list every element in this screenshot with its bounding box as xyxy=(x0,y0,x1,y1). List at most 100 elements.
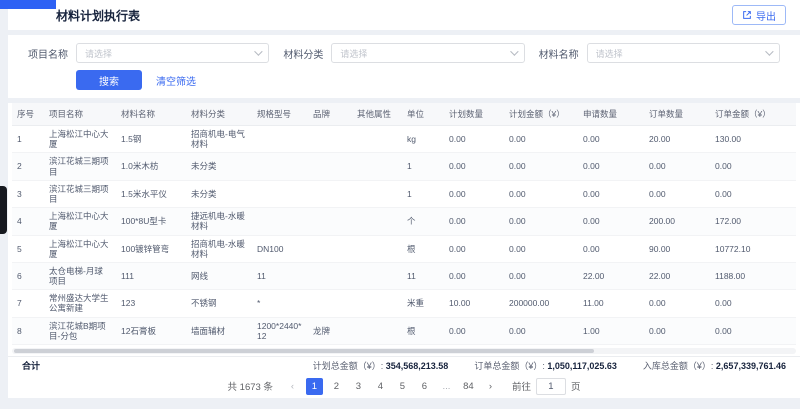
summary-item-label: 入库总金额（¥）: xyxy=(643,361,716,371)
table-cell xyxy=(352,126,402,153)
table-row: 9上海松江中心大厦150*10U型卡招商机电-水暖材料个0.000.000.00… xyxy=(12,345,796,347)
goto-page-input[interactable] xyxy=(536,378,566,395)
table-cell: 0.00 xyxy=(504,317,578,344)
column-header: 订单数量 xyxy=(644,103,710,126)
table-cell: 0.00 xyxy=(578,153,644,180)
table-cell: 龙牌 xyxy=(308,317,352,344)
table-cell: 0.00 xyxy=(444,208,504,235)
table-row: 8滨江花城B期项目-分包12石膏板墙面辅材1200*2440*12龙牌根0.00… xyxy=(12,317,796,344)
filter-select-material-name[interactable]: 请选择 xyxy=(587,43,780,63)
sidebar-collapsed-handle[interactable] xyxy=(0,186,7,234)
summary-item-value: 1,050,117,025.63 xyxy=(547,361,617,371)
table-cell: 上海松江中心大厦 xyxy=(44,208,116,235)
page-button-5[interactable]: 5 xyxy=(394,378,411,395)
page-button-84[interactable]: 84 xyxy=(460,378,477,395)
table-cell: 3 xyxy=(12,180,44,207)
table-cell: 9 xyxy=(12,345,44,347)
table-cell xyxy=(252,180,308,207)
column-header: 材料分类 xyxy=(186,103,252,126)
table-cell: 0.00 xyxy=(504,345,578,347)
table-cell: 1.00 xyxy=(578,317,644,344)
table-cell: 7 xyxy=(12,290,44,317)
summary-label: 合计 xyxy=(22,359,40,372)
export-button[interactable]: 导出 xyxy=(732,5,786,25)
search-button[interactable]: 搜索 xyxy=(76,70,142,90)
table-cell: 滨江花城B期项目-分包 xyxy=(44,317,116,344)
next-page-button[interactable]: › xyxy=(482,378,499,395)
table-cell: 130.00 xyxy=(710,126,796,153)
scrollbar-thumb[interactable] xyxy=(14,349,594,353)
table-cell: 0.00 xyxy=(504,262,578,289)
table-cell: 个 xyxy=(402,208,444,235)
table-cell xyxy=(308,180,352,207)
table-cell: 招商机电-水暖材料 xyxy=(186,345,252,347)
prev-page-button[interactable]: ‹ xyxy=(284,378,301,395)
table-cell: 0.00 xyxy=(578,345,644,347)
page-header: 材料计划执行表 导出 xyxy=(8,0,800,30)
summary-item: 入库总金额（¥）: 2,657,339,761.46 xyxy=(643,359,786,372)
table-cell: 上海松江中心大厦 xyxy=(44,345,116,347)
summary-totals: 计划总金额（¥）: 354,568,213.58订单总金额（¥）: 1,050,… xyxy=(313,359,786,372)
table-cell xyxy=(308,262,352,289)
table-cell: 0.00 xyxy=(504,208,578,235)
table-cell: 100镀锌管弯 xyxy=(116,235,186,262)
table-cell: 个 xyxy=(402,345,444,347)
page-button-6[interactable]: 6 xyxy=(416,378,433,395)
page-button-3[interactable]: 3 xyxy=(350,378,367,395)
page-ellipsis: ... xyxy=(438,378,455,395)
summary-item-value: 354,568,213.58 xyxy=(386,361,449,371)
table-cell xyxy=(352,290,402,317)
filter-group-project-name: 项目名称请选择 xyxy=(28,43,269,63)
page-button-2[interactable]: 2 xyxy=(328,378,345,395)
table-cell xyxy=(352,345,402,347)
table-panel: 序号项目名称材料名称材料分类规格型号品牌其他属性单位计划数量计划金额（¥）申请数… xyxy=(8,103,800,398)
table-cell xyxy=(352,235,402,262)
table-cell: 0.00 xyxy=(710,290,796,317)
summary-item: 订单总金额（¥）: 1,050,117,025.63 xyxy=(474,359,617,372)
table-cell: 12石膏板 xyxy=(116,317,186,344)
table-cell xyxy=(352,180,402,207)
table-cell xyxy=(308,208,352,235)
table-cell: 0.00 xyxy=(444,180,504,207)
column-header: 规格型号 xyxy=(252,103,308,126)
column-header: 计划数量 xyxy=(444,103,504,126)
table-cell: 0.00 xyxy=(504,126,578,153)
table-row: 5上海松江中心大厦100镀锌管弯招商机电-水暖材料DN100根0.000.000… xyxy=(12,235,796,262)
table-cell: 1 xyxy=(12,126,44,153)
select-placeholder: 请选择 xyxy=(596,47,765,60)
table-cell xyxy=(252,208,308,235)
table-cell: 156.80 xyxy=(710,345,796,347)
table-cell: 6 xyxy=(12,262,44,289)
table-cell: 90.00 xyxy=(644,235,710,262)
table-cell: 1200*2440*12 xyxy=(252,317,308,344)
table-cell xyxy=(352,317,402,344)
table-cell: 5 xyxy=(12,235,44,262)
table-cell: 123 xyxy=(116,290,186,317)
table-cell: 100*8U型卡 xyxy=(116,208,186,235)
chevron-down-icon xyxy=(765,47,773,55)
select-placeholder: 请选择 xyxy=(340,47,509,60)
filter-select-project-name[interactable]: 请选择 xyxy=(76,43,269,63)
page-buttons: 123456... 84 xyxy=(306,378,477,395)
table-cell xyxy=(308,235,352,262)
page-button-4[interactable]: 4 xyxy=(372,378,389,395)
table-row: 3滨江花城三期项目1.5米水平仪未分类10.000.000.000.000.00 xyxy=(12,180,796,207)
page-button-1[interactable]: 1 xyxy=(306,378,323,395)
table-cell: 172.00 xyxy=(710,208,796,235)
table-cell: 0.00 xyxy=(710,153,796,180)
horizontal-scrollbar[interactable] xyxy=(12,348,796,354)
filter-group-material-name: 材料名称请选择 xyxy=(539,43,780,63)
filter-group-material-category: 材料分类 请选择 xyxy=(283,43,524,63)
table-cell xyxy=(252,126,308,153)
filter-select-material-category[interactable]: 请选择 xyxy=(331,43,524,63)
filter-label: 材料分类 xyxy=(283,46,323,61)
table-cell: 根 xyxy=(402,235,444,262)
table-cell: 1.5米水平仪 xyxy=(116,180,186,207)
table-cell: 0.00 xyxy=(644,180,710,207)
table-cell xyxy=(308,153,352,180)
table-cell: 0.00 xyxy=(444,262,504,289)
top-left-accent xyxy=(0,0,56,9)
app-root: 材料计划执行表 导出 项目名称请选择材料分类请选择材料名称请选择 搜索 清空筛选… xyxy=(8,0,800,409)
table-cell: 根 xyxy=(402,317,444,344)
clear-filters-button[interactable]: 清空筛选 xyxy=(156,73,196,88)
